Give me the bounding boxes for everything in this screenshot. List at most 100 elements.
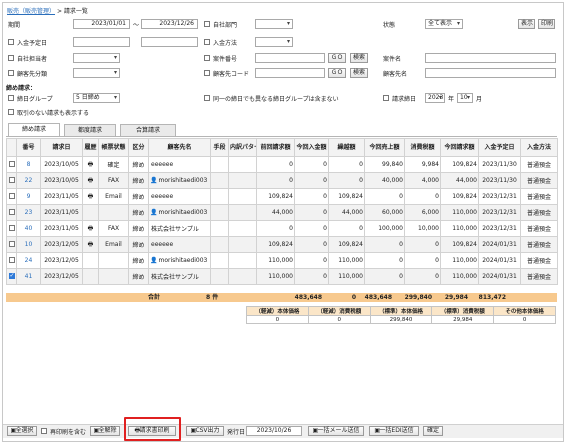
invoice-number-link[interactable]: 8 — [16, 156, 41, 173]
payment-method-checkbox[interactable] — [204, 39, 210, 45]
period-tilde: ～ — [133, 22, 140, 29]
batch-mail-button[interactable]: ▣一括メール送信 — [308, 426, 364, 436]
include-reissue-checkbox[interactable] — [41, 428, 47, 434]
customer-name-input[interactable] — [425, 68, 556, 78]
customer-code-go-button[interactable]: ＧＯ — [328, 68, 346, 78]
tax-summary-table: （軽減）本体価格 （軽減）消費税額 （標準）本体価格 （標準）消費税額 その他本… — [246, 306, 556, 324]
table-row[interactable]: 8 2023/10/05 🖶 確定 締め eeeeee 0 0 0 99,840 9,984 109,… — [6, 156, 558, 173]
breadcrumb-root-link[interactable]: 販売（販売管理） — [7, 8, 55, 15]
customer-code-input[interactable] — [255, 68, 325, 78]
row-checkbox[interactable] — [8, 224, 15, 231]
table-row[interactable]: 24 2023/12/05 締め 👤morishitaedi003 110,000 0 11… — [6, 252, 558, 269]
row-checkbox[interactable] — [8, 160, 15, 167]
case-no-label: 案件番号 — [213, 56, 238, 63]
invoice-number-link[interactable]: 22 — [16, 172, 41, 189]
invoice-number-link[interactable]: 10 — [16, 236, 41, 253]
case-no-go-button[interactable]: ＧＯ — [328, 53, 346, 63]
table-row[interactable]: 40 2023/11/05 🖶 FAX 締め 株式会社サンプル 0 0 0 100,000 10,0… — [6, 220, 558, 237]
batch-edi-label: 一括EDI送信 — [379, 427, 414, 434]
same-closing-checkbox[interactable] — [204, 95, 210, 101]
payment-due-checkbox[interactable] — [8, 39, 14, 45]
show-button[interactable]: 表示 — [518, 19, 535, 29]
status-select[interactable]: 全て表示 — [425, 19, 463, 29]
period-to-input[interactable]: 2023/12/26 — [141, 19, 198, 29]
closing-group-checkbox[interactable] — [8, 95, 14, 101]
tax-amount: 0 — [404, 252, 441, 269]
method-cell — [210, 172, 229, 189]
deselect-all-button[interactable]: ▣全解除 — [90, 426, 120, 436]
payment-due-to-input[interactable] — [141, 37, 198, 47]
billing-amount: 110,000 — [440, 252, 479, 269]
payment-due-date: 2023/12/31 — [478, 220, 521, 237]
row-checkbox[interactable] — [8, 256, 15, 263]
billing-date: 2023/10/05 — [40, 172, 83, 189]
own-dept-label: 自社部門 — [213, 22, 238, 29]
case-no-checkbox[interactable] — [204, 55, 210, 61]
billing-date: 2023/12/05 — [40, 252, 83, 269]
payment-due-label: 入金予定日 — [17, 40, 48, 47]
invoice-number-link[interactable]: 23 — [16, 204, 41, 221]
method-cell — [210, 268, 229, 285]
tab-combined-billing[interactable]: 合算請求 — [120, 124, 176, 136]
own-dept-checkbox[interactable] — [204, 21, 210, 27]
column-header: 前回請求額 — [256, 138, 295, 157]
carry-over-amount: 44,000 — [328, 204, 365, 221]
own-dept-select[interactable] — [255, 19, 293, 29]
row-checkbox[interactable] — [8, 192, 15, 199]
confirm-button[interactable]: 確定 — [423, 426, 443, 436]
case-no-input[interactable] — [255, 53, 325, 63]
breakdown-pattern-cell — [228, 204, 257, 221]
row-checkbox[interactable] — [8, 272, 15, 279]
table-row[interactable]: 22 2023/10/05 🖶 FAX 締め 👤morishitaedi003 0 0 0 40,… — [6, 172, 558, 189]
year-select[interactable]: 2023 — [425, 93, 445, 103]
no-transaction-label: 取引のない請求も表示する — [17, 110, 90, 117]
tab-per-billing[interactable]: 都度請求 — [64, 124, 116, 136]
table-row[interactable]: 23 2023/11/05 締め 👤morishitaedi003 44,000 0 44,… — [6, 204, 558, 221]
no-transaction-checkbox[interactable] — [8, 109, 14, 115]
paid-amount: 0 — [294, 268, 329, 285]
period-from-input[interactable]: 2023/01/01 — [73, 19, 130, 29]
month-select[interactable]: 10 — [457, 93, 473, 103]
payment-method: 普通預金 — [520, 204, 558, 221]
payment-method-select[interactable] — [255, 37, 293, 47]
payment-due-date: 2024/01/31 — [478, 236, 521, 253]
tax-amount: 0 — [404, 268, 441, 285]
customer-class-select[interactable] — [73, 68, 120, 78]
own-staff-select[interactable] — [73, 53, 120, 63]
invoice-number-link[interactable]: 24 — [16, 252, 41, 269]
payment-due-from-input[interactable] — [73, 37, 130, 47]
column-header: 入金予定日 — [478, 138, 521, 157]
batch-edi-button[interactable]: ▣一括EDI送信 — [369, 426, 419, 436]
row-checkbox[interactable] — [8, 176, 15, 183]
tab-closing-billing[interactable]: 締め請求 — [8, 123, 60, 136]
table-row[interactable]: 10 2023/12/05 🖶 Email 締め eeeeee 109,824 0 109,82… — [6, 236, 558, 253]
prev-billing-amount: 0 — [256, 220, 295, 237]
payment-method-label: 入金方法 — [213, 40, 238, 47]
history-print-icon — [82, 268, 99, 285]
print-button[interactable]: 印刷 — [538, 19, 555, 29]
case-no-search-button[interactable]: 検索 — [350, 53, 368, 63]
customer-class-checkbox[interactable] — [8, 70, 14, 76]
invoice-number-link[interactable]: 41 — [16, 268, 41, 285]
invoice-number-link[interactable]: 9 — [16, 188, 41, 205]
issue-date-input[interactable]: 2023/10/26 — [246, 426, 302, 436]
method-cell — [210, 252, 229, 269]
customer-code-search-button[interactable]: 検索 — [350, 68, 368, 78]
case-name-input[interactable] — [425, 53, 556, 63]
row-checkbox[interactable] — [8, 208, 15, 215]
billing-division: 締め — [128, 252, 149, 269]
closing-group-select[interactable]: 5 日締め — [73, 93, 120, 103]
select-all-button[interactable]: ▣全選択 — [7, 426, 37, 436]
sales-amount: 100,000 — [364, 220, 405, 237]
billing-closing-checkbox[interactable] — [383, 95, 389, 101]
row-checkbox[interactable] — [8, 240, 15, 247]
invoice-number-link[interactable]: 40 — [16, 220, 41, 237]
own-staff-checkbox[interactable] — [8, 55, 14, 61]
batch-mail-label: 一括メール送信 — [317, 427, 360, 434]
carry-over-amount: 0 — [328, 172, 365, 189]
customer-name-text: eeeeee — [151, 241, 174, 248]
table-row[interactable]: 412023/12/05締め株式会社サンプル110,0000110,000001… — [6, 268, 558, 285]
csv-export-button[interactable]: ▣CSV出力 — [186, 426, 224, 436]
customer-code-checkbox[interactable] — [204, 70, 210, 76]
table-row[interactable]: 9 2023/11/05 🖶 Email 締め eeeeee 109,824 0 109,824… — [6, 188, 558, 205]
